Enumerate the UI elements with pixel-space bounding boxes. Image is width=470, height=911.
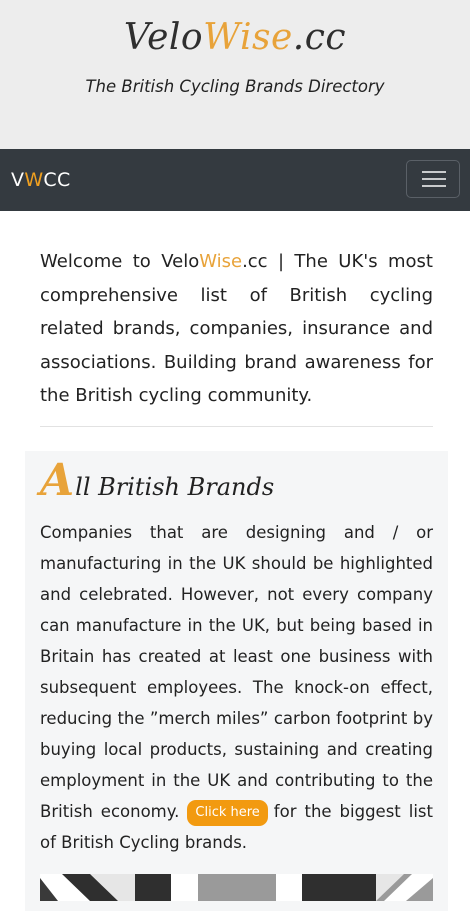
site-title[interactable]: VeloWise.cc [0,14,470,62]
site-tagline: The British Cycling Brands Directory [85,77,385,96]
hamburger-icon [422,171,446,173]
card-body-text: Companies that are designing and / or ma… [40,523,433,821]
hamburger-icon [422,185,446,187]
union-flag-image [40,874,433,901]
click-here-button[interactable]: Click here [187,800,268,826]
nav-brand-logo[interactable]: VWCC [11,167,71,193]
divider [40,426,433,427]
card-title: All British Brands [40,455,275,506]
menu-toggle-button[interactable] [406,160,460,198]
hamburger-icon [422,178,446,180]
flag-graphic [40,874,433,901]
intro-paragraph: Welcome to VeloWise.cc | The UK's most c… [40,251,433,407]
navbar: VWCC [0,149,470,211]
card-body: Companies that are designing and / or ma… [40,517,433,858]
